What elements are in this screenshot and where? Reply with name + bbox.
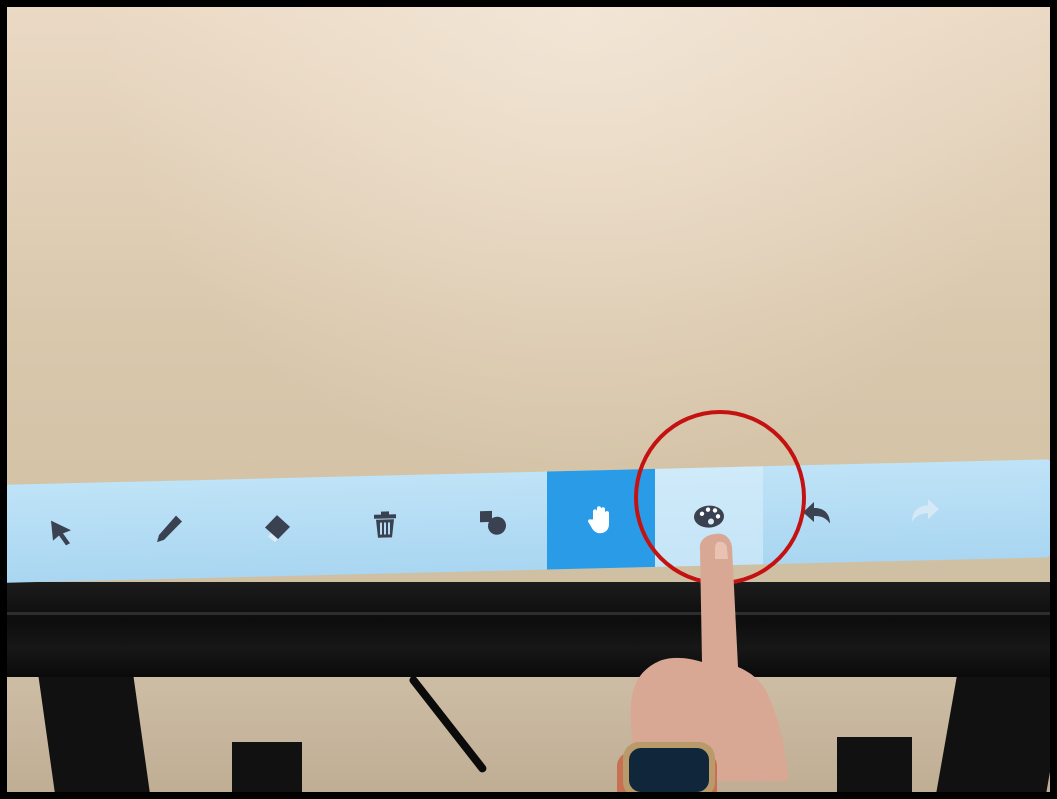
trash-icon [374,511,396,538]
pointer-arrow-icon [51,520,71,546]
shapes-icon [480,510,506,535]
redo-button[interactable] [871,461,979,562]
bezel-edge [7,612,1050,615]
smartwatch-screen [629,748,709,792]
display-bezel [7,582,1050,677]
eraser-icon [265,515,290,543]
select-tool-button[interactable] [7,482,115,583]
stand-foot-right [837,737,912,792]
pen-icon [157,515,182,543]
eraser-tool-button[interactable] [223,477,331,578]
redo-icon [912,499,939,522]
stand-leg-left [38,677,151,792]
pen-tool-button[interactable] [115,479,223,580]
pointing-finger [617,533,788,792]
photo-frame [7,7,1050,792]
shapes-tool-button[interactable] [439,472,547,573]
stand-foot-left [232,742,302,792]
delete-tool-button[interactable] [331,474,439,575]
